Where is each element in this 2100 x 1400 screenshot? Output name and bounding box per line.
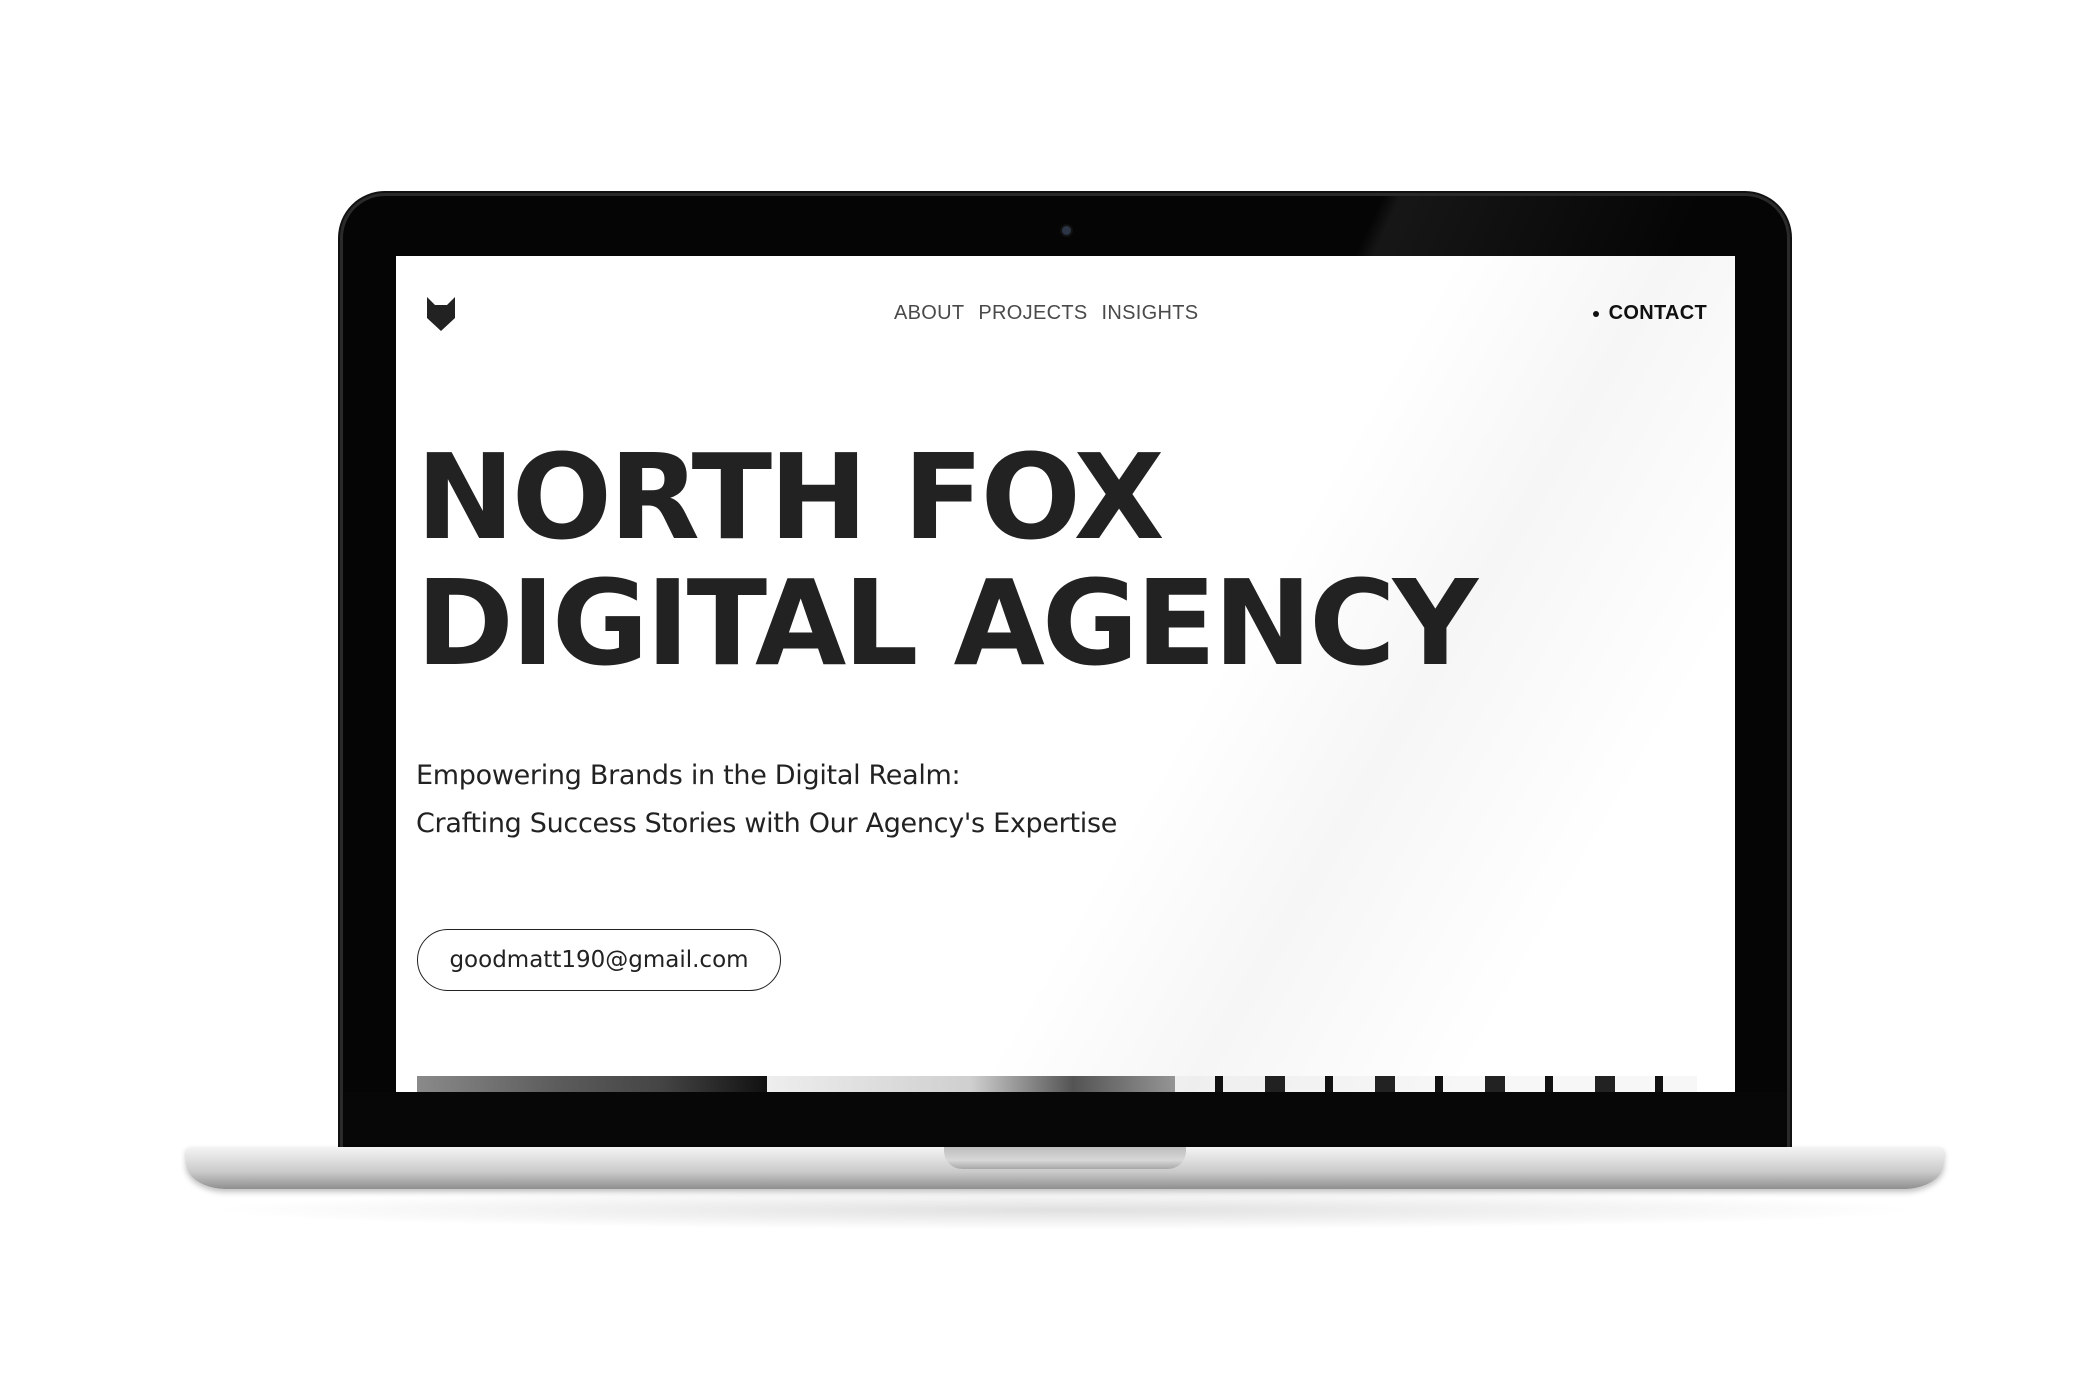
hero-subtitle-line-2: Crafting Success Stories with Our Agency… bbox=[416, 808, 1118, 839]
hero-title: NORTH FOX DIGITAL AGENCY bbox=[416, 428, 1478, 692]
project-image[interactable] bbox=[417, 1076, 767, 1092]
hero-title-line-2: DIGITAL AGENCY bbox=[416, 554, 1478, 692]
project-image[interactable] bbox=[1175, 1076, 1697, 1092]
nav-insights-link[interactable]: INSIGHTS bbox=[1102, 302, 1199, 325]
bezel-bottom bbox=[343, 1092, 1787, 1148]
laptop-screen: ABOUT PROJECTS INSIGHTS CONTACT NORTH FO… bbox=[396, 256, 1735, 1092]
laptop-shadow bbox=[200, 1190, 1930, 1230]
webcam-icon bbox=[1062, 226, 1071, 235]
hero-title-line-1: NORTH FOX bbox=[416, 428, 1165, 566]
project-image[interactable] bbox=[767, 1076, 1175, 1092]
main-nav: ABOUT PROJECTS INSIGHTS bbox=[894, 302, 1198, 325]
hero-subtitle-line-1: Empowering Brands in the Digital Realm: bbox=[416, 760, 961, 791]
fox-head-icon[interactable] bbox=[426, 296, 456, 332]
bullet-dot-icon bbox=[1592, 310, 1599, 317]
project-images-strip bbox=[417, 1076, 1697, 1092]
nav-projects-link[interactable]: PROJECTS bbox=[978, 302, 1087, 325]
laptop-mockup: ABOUT PROJECTS INSIGHTS CONTACT NORTH FO… bbox=[0, 0, 2100, 1400]
contact-label: CONTACT bbox=[1608, 302, 1707, 324]
email-button[interactable]: goodmatt190@gmail.com bbox=[417, 929, 781, 991]
contact-link[interactable]: CONTACT bbox=[1592, 302, 1707, 325]
hero-subtitle: Empowering Brands in the Digital Realm: … bbox=[416, 752, 1117, 848]
nav-about-link[interactable]: ABOUT bbox=[894, 302, 964, 325]
laptop-hinge-notch bbox=[944, 1147, 1186, 1169]
